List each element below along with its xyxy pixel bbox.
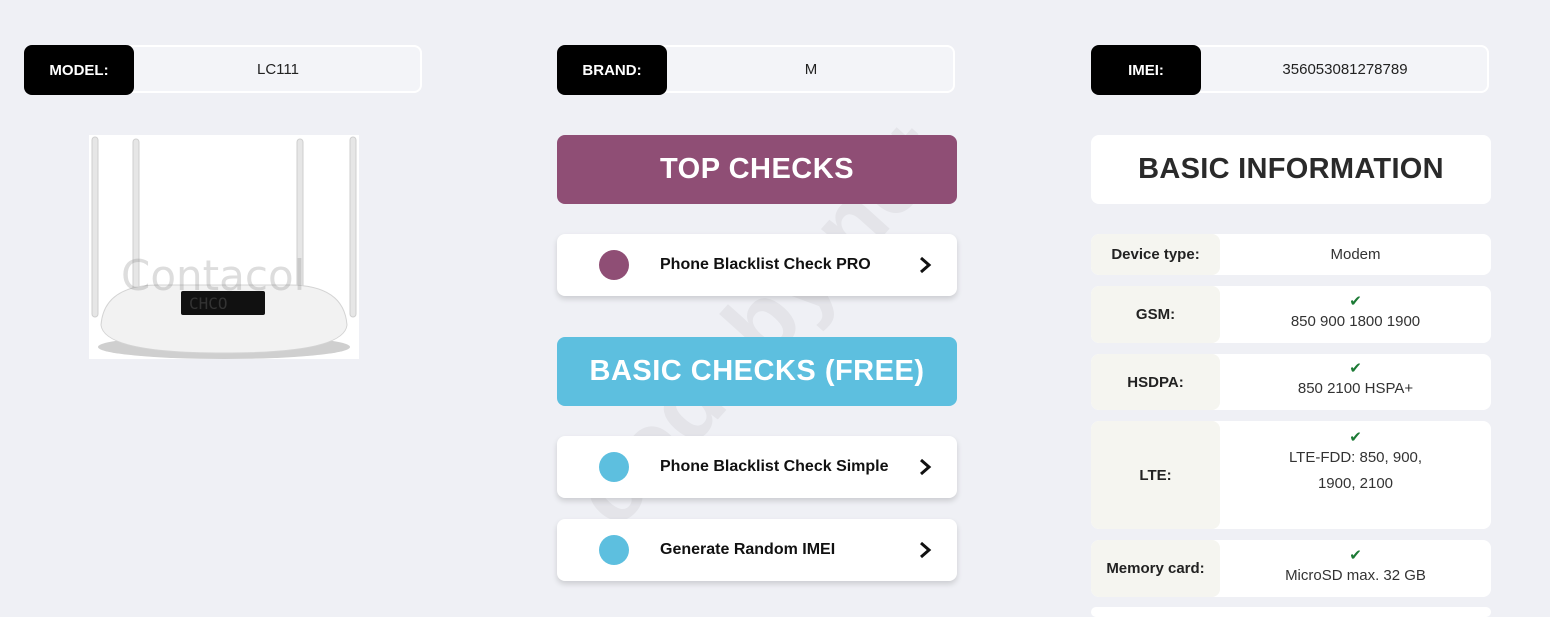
info-value: Modem (1220, 234, 1491, 275)
info-value: ✔ LTE-FDD: 850, 900, 1900, 2100 (1220, 421, 1491, 529)
chevron-right-icon (920, 458, 932, 476)
chevron-right-icon (920, 541, 932, 559)
info-value-text: 850 2100 HSPA+ (1297, 380, 1414, 397)
info-key: GSM: (1091, 286, 1220, 343)
check-mark-icon: ✔ (1349, 546, 1362, 564)
info-value: ✔ 850 900 1800 1900 (1220, 286, 1491, 343)
check-mark-icon: ✔ (1349, 360, 1362, 377)
imei-field: IMEI: 356053081278789 (1091, 45, 1489, 95)
model-label: MODEL: (24, 45, 134, 95)
check-blacklist-pro[interactable]: Phone Blacklist Check PRO (557, 234, 957, 296)
check-blacklist-simple[interactable]: Phone Blacklist Check Simple (557, 436, 957, 498)
info-row-device-type: Device type: Modem (1091, 234, 1491, 275)
info-key: LTE: (1091, 421, 1220, 529)
imei-label: IMEI: (1091, 45, 1201, 95)
model-field: MODEL: LC111 (24, 45, 422, 95)
brand-value: M (804, 60, 818, 78)
basic-checks-header: BASIC CHECKS (FREE) (557, 337, 957, 406)
brand-field: BRAND: M (557, 45, 955, 95)
check-label: Generate Random IMEI (660, 541, 836, 558)
check-label: Phone Blacklist Check Simple (660, 458, 889, 475)
info-value: ✔ MicroSD max. 32 GB (1220, 540, 1491, 597)
basic-information-title: BASIC INFORMATION (1091, 135, 1491, 204)
info-value-text-2: 1900, 2100 (1317, 475, 1394, 492)
bullet-dot (599, 535, 629, 565)
top-checks-header: TOP CHECKS (557, 135, 957, 204)
info-row-gsm: GSM: ✔ 850 900 1800 1900 (1091, 286, 1491, 343)
router-illustration: CHCO Contacol (91, 136, 357, 359)
info-row-next (1091, 607, 1491, 617)
model-value: LC111 (257, 60, 299, 78)
info-value-text: 850 900 1800 1900 (1290, 312, 1421, 330)
info-key: Device type: (1091, 234, 1220, 275)
info-row-lte: LTE: ✔ LTE-FDD: 850, 900, 1900, 2100 (1091, 421, 1491, 529)
imei-value: 356053081278789 (1282, 60, 1408, 78)
check-label: Phone Blacklist Check PRO (660, 256, 871, 273)
bullet-dot (599, 452, 629, 482)
info-row-memory-card: Memory card: ✔ MicroSD max. 32 GB (1091, 540, 1491, 597)
chevron-right-icon (920, 256, 932, 274)
info-value-text: LTE-FDD: 850, 900, (1288, 449, 1423, 466)
bullet-dot (599, 250, 629, 280)
check-generate-imei[interactable]: Generate Random IMEI (557, 519, 957, 581)
info-key: Memory card: (1091, 540, 1220, 597)
info-key: HSDPA: (1091, 354, 1220, 410)
device-image: CHCO Contacol (89, 135, 359, 359)
check-mark-icon: ✔ (1349, 292, 1362, 310)
brand-label: BRAND: (557, 45, 667, 95)
info-value-text: Modem (1330, 245, 1381, 263)
check-mark-icon: ✔ (1349, 429, 1362, 446)
info-value: ✔ 850 2100 HSPA+ (1220, 354, 1491, 410)
info-row-hsdpa: HSDPA: ✔ 850 2100 HSPA+ (1091, 354, 1491, 410)
info-value-text: MicroSD max. 32 GB (1285, 566, 1426, 584)
image-logo-text: Contacol (121, 251, 305, 300)
